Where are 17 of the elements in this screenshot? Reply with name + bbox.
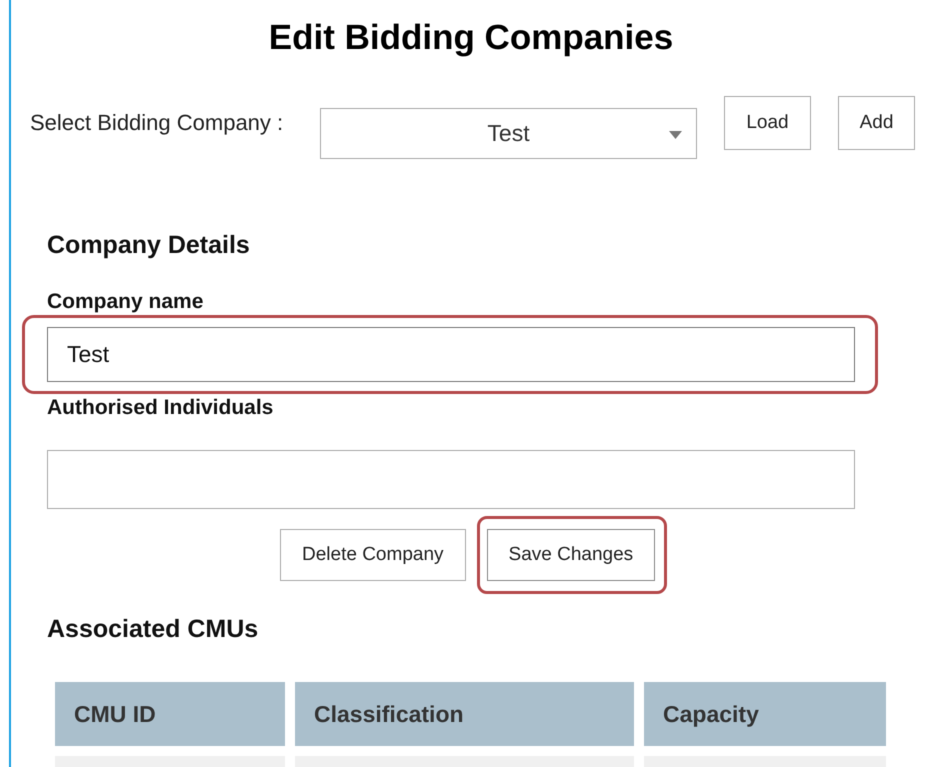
column-header: CMU ID: [55, 682, 285, 746]
section-heading: Associated CMUs: [47, 614, 258, 645]
company-dropdown[interactable]: Test: [320, 108, 697, 159]
action-button[interactable]: Load: [724, 96, 811, 150]
text-field[interactable]: [47, 450, 855, 509]
action-button[interactable]: Add: [838, 96, 915, 150]
page-title: Edit Bidding Companies: [268, 17, 674, 59]
action-button[interactable]: Save Changes: [486, 529, 656, 581]
field-label: Company name: [47, 289, 204, 315]
text-field[interactable]: Test: [47, 327, 855, 382]
column-header: Capacity: [644, 682, 886, 746]
column-header: Classification: [295, 682, 634, 746]
field-label: Select Bidding Company :: [30, 109, 284, 137]
section-heading: Company Details: [47, 230, 250, 261]
caret-icon: [669, 131, 682, 139]
field-label: Authorised Individuals: [47, 395, 274, 421]
action-button[interactable]: Delete Company: [280, 529, 466, 581]
